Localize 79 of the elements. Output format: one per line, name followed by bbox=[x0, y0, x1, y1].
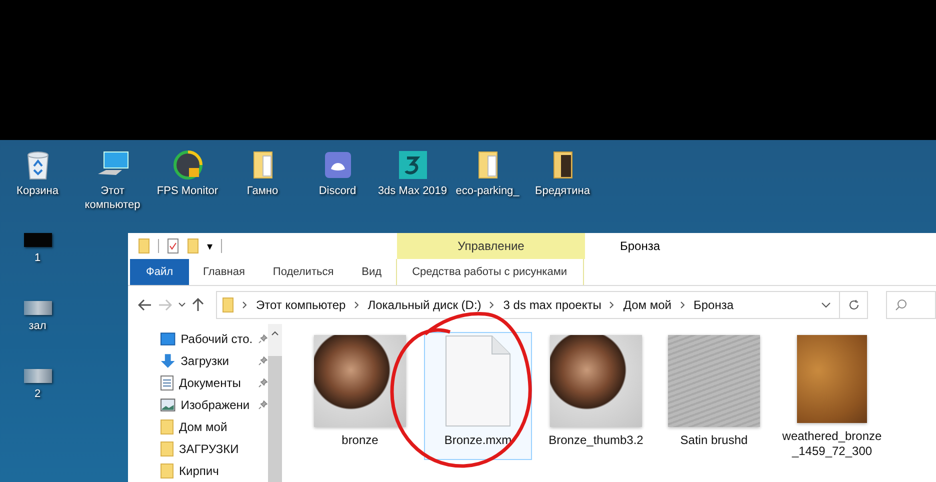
up-arrow-icon[interactable] bbox=[192, 298, 204, 312]
folder-icon bbox=[160, 419, 174, 435]
image-thumbnail-icon[interactable] bbox=[24, 369, 52, 383]
folder-icon bbox=[252, 150, 274, 180]
gauge-icon bbox=[172, 150, 202, 180]
desktop-icon-label[interactable]: 3ds Max 2019 bbox=[375, 184, 450, 198]
dropdown-icon[interactable] bbox=[821, 302, 831, 308]
window-title: Бронза bbox=[619, 238, 660, 255]
ribbon-tab[interactable]: Поделиться bbox=[258, 259, 348, 285]
scrollbar[interactable] bbox=[268, 324, 282, 482]
navigation-item[interactable]: Загрузки bbox=[180, 354, 254, 368]
recent-dropdown-icon[interactable] bbox=[178, 302, 186, 308]
navigation-item[interactable]: Рабочий сто. bbox=[180, 332, 254, 346]
dark-folder-icon bbox=[552, 150, 574, 180]
chevron-icon[interactable] bbox=[609, 301, 616, 309]
folder-icon bbox=[160, 441, 174, 457]
picture-icon bbox=[160, 398, 176, 412]
file-item[interactable]: Bronze.mxm bbox=[424, 332, 532, 460]
chat-icon bbox=[324, 150, 352, 180]
ribbon-tab[interactable]: Файл bbox=[130, 259, 190, 285]
document-icon bbox=[160, 375, 174, 391]
refresh-icon[interactable] bbox=[848, 299, 860, 311]
image-thumbnail-icon[interactable] bbox=[24, 301, 52, 315]
recycle-bin-icon bbox=[24, 150, 50, 180]
navigation-item[interactable]: ЗАГРУЗКИ bbox=[179, 442, 253, 456]
file-item[interactable]: Satin brushd bbox=[660, 332, 768, 460]
file-name: Bronze_thumb3.2 bbox=[548, 433, 644, 448]
pin-icon[interactable] bbox=[258, 356, 268, 366]
back-arrow-icon[interactable] bbox=[138, 299, 152, 311]
file-name: bronze bbox=[340, 433, 380, 448]
navigation-item[interactable]: Кирпич bbox=[179, 464, 253, 478]
ribbon-tab[interactable]: Средства работы с рисунками bbox=[396, 259, 584, 285]
download-arrow-icon bbox=[160, 353, 176, 369]
navigation-item[interactable]: Дом мой bbox=[179, 420, 253, 434]
properties-icon[interactable] bbox=[167, 238, 179, 254]
desktop-icon-label[interactable]: Корзина bbox=[0, 184, 75, 198]
desktop-icon-label[interactable]: Бредятина bbox=[525, 184, 600, 198]
desktop-icon-label[interactable]: 1 bbox=[0, 251, 75, 265]
three-d-app-icon bbox=[398, 150, 428, 180]
pin-icon[interactable] bbox=[258, 378, 268, 388]
breadcrumb-item[interactable]: 3 ds max проекты bbox=[503, 298, 602, 312]
breadcrumb-item[interactable]: Этот компьютер bbox=[256, 298, 346, 312]
chevron-icon[interactable] bbox=[242, 301, 248, 309]
desktop-icon-label[interactable]: Этот компьютер bbox=[75, 184, 150, 212]
folder-icon bbox=[476, 150, 498, 180]
file-name: Bronze.mxm bbox=[443, 433, 513, 448]
breadcrumb-item[interactable]: Дом мой bbox=[623, 298, 672, 312]
file-name: weathered_bronze_1459_72_300 bbox=[781, 429, 883, 459]
breadcrumb-item[interactable]: Локальный диск (D:) bbox=[368, 298, 482, 312]
context-tab-group: Управление bbox=[397, 233, 585, 259]
blank-file-icon bbox=[445, 335, 511, 427]
navigation-item[interactable]: Документы bbox=[179, 376, 253, 390]
file-item[interactable]: weathered_bronze_1459_72_300 bbox=[778, 332, 886, 460]
pin-icon[interactable] bbox=[258, 400, 268, 410]
chevron-icon[interactable] bbox=[680, 301, 686, 309]
breadcrumb-item[interactable]: Бронза bbox=[694, 298, 734, 312]
search-field[interactable] bbox=[886, 291, 936, 319]
desktop-icon-label[interactable]: FPS Monitor bbox=[150, 184, 225, 198]
folder-icon bbox=[160, 463, 174, 479]
desktop-icon-label[interactable]: Гамно bbox=[225, 184, 300, 198]
desktop-icon-label[interactable]: eco-parking_ bbox=[450, 184, 525, 198]
file-item[interactable]: bronze bbox=[306, 332, 414, 460]
desktop-icon-label[interactable]: зал bbox=[0, 319, 75, 333]
ribbon-tab[interactable]: Главная bbox=[189, 259, 259, 285]
customize-toolbar-button[interactable]: ▾ bbox=[207, 240, 213, 252]
image-thumbnail-icon[interactable] bbox=[24, 233, 52, 247]
pin-icon[interactable] bbox=[258, 334, 268, 344]
desktop-icon-label[interactable]: 2 bbox=[0, 387, 75, 401]
file-name: Satin brushd bbox=[679, 433, 749, 448]
file-item[interactable]: Bronze_thumb3.2 bbox=[542, 332, 650, 460]
ribbon-tab[interactable]: Вид bbox=[348, 259, 396, 285]
chevron-icon[interactable] bbox=[354, 301, 360, 309]
refresh-button[interactable] bbox=[840, 291, 868, 319]
address-bar[interactable]: Этот компьютер Локальный диск (D:) 3 ds max проекты Дом мой Бронза bbox=[216, 291, 840, 319]
desktop-icon bbox=[160, 332, 176, 346]
desktop-icon-label[interactable]: Discord bbox=[300, 184, 375, 198]
navigation-item[interactable]: Изображени bbox=[180, 398, 254, 412]
search-icon bbox=[895, 299, 907, 311]
chevron-icon[interactable] bbox=[489, 301, 496, 309]
